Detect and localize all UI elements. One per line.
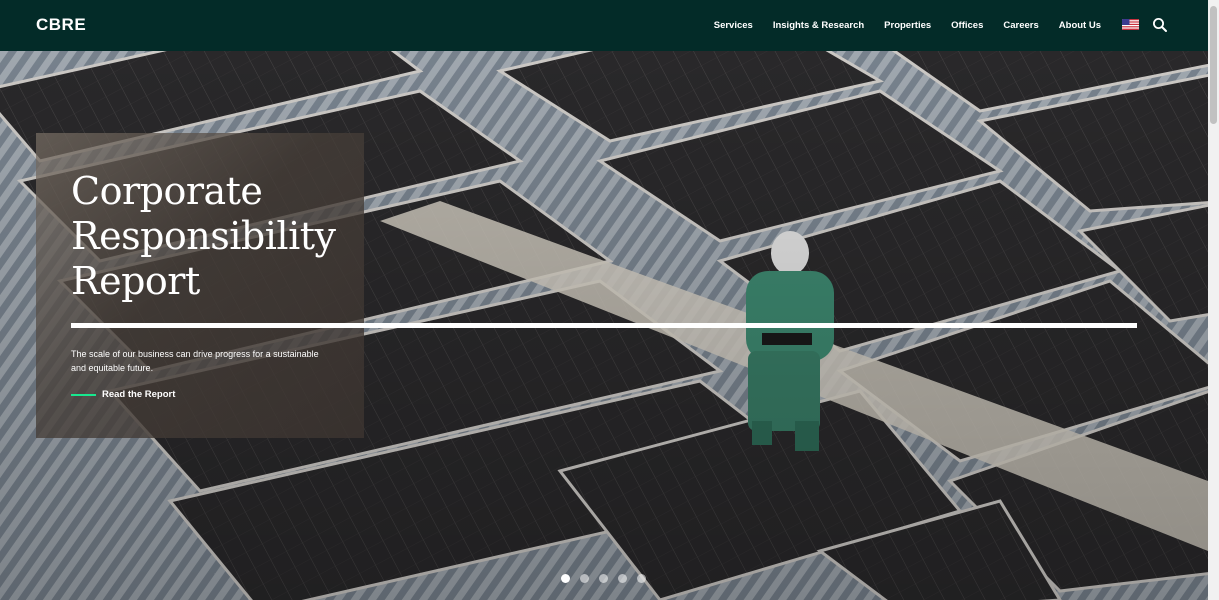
cbre-logo[interactable]: CBRE [36, 15, 86, 35]
site-header: CBRE Services Insights & Research Proper… [0, 0, 1208, 51]
carousel-dot-5[interactable] [637, 574, 646, 583]
carousel-dot-2[interactable] [580, 574, 589, 583]
carousel-dots [561, 574, 656, 583]
nav-properties[interactable]: Properties [884, 20, 931, 31]
carousel-dot-4[interactable] [618, 574, 627, 583]
read-report-label: Read the Report [102, 389, 176, 400]
scrollbar-thumb[interactable] [1210, 6, 1217, 124]
us-flag-icon[interactable] [1122, 19, 1139, 30]
hero-description: The scale of our business can drive prog… [71, 349, 319, 373]
hero-progress-rule [71, 323, 1137, 328]
carousel-dot-1[interactable] [561, 574, 570, 583]
nav-services[interactable]: Services [714, 20, 753, 31]
nav-insights-research[interactable]: Insights & Research [773, 20, 864, 31]
cta-accent-line [71, 393, 96, 396]
hero-title: Corporate Responsibility Report [71, 169, 336, 303]
main-nav: Services Insights & Research Properties … [694, 0, 1101, 51]
search-icon[interactable] [1152, 17, 1168, 33]
hero-carousel: Corporate Responsibility Report The scal… [0, 51, 1208, 600]
page-scrollbar[interactable] [1208, 0, 1219, 600]
nav-about-us[interactable]: About Us [1059, 20, 1101, 31]
carousel-dot-3[interactable] [599, 574, 608, 583]
nav-careers[interactable]: Careers [1003, 20, 1038, 31]
read-report-link[interactable]: Read the Report [71, 389, 175, 400]
nav-offices[interactable]: Offices [951, 20, 983, 31]
